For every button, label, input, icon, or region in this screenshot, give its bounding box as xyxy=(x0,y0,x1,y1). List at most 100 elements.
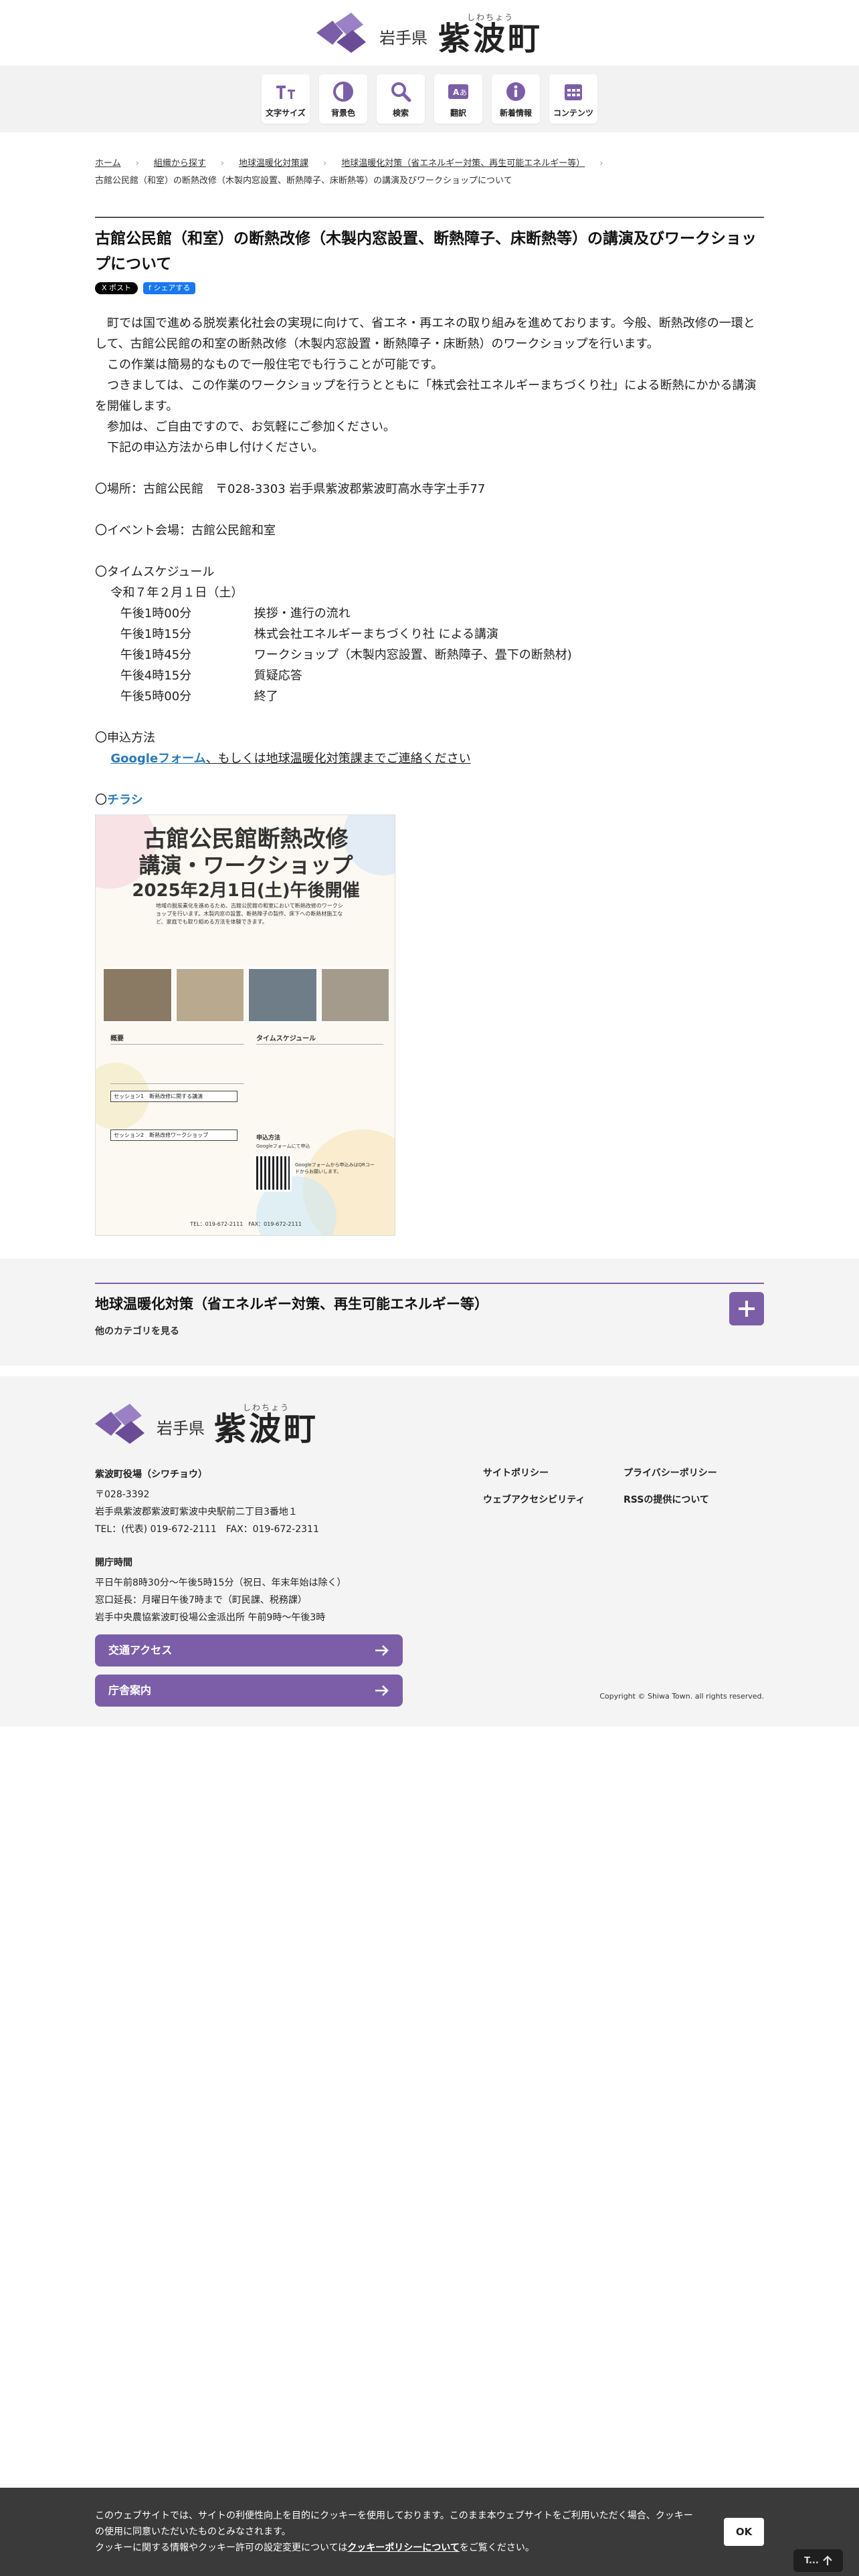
schedule-time: 午後1時00分 xyxy=(120,607,192,621)
chevron-right-icon: › xyxy=(135,158,139,169)
privacy-policy-link[interactable]: プライバシーポリシー xyxy=(624,1466,764,1479)
arrow-right-icon xyxy=(375,1645,389,1656)
flyer-qr-code xyxy=(254,1154,292,1192)
facebook-share-button[interactable]: f シェアする xyxy=(143,282,196,294)
google-form-link[interactable]: Googleフォーム xyxy=(110,752,205,766)
flyer-qr-note: Googleフォームから申込みはQRコードからお願いします。 xyxy=(295,1162,375,1174)
schedule-time: 午後1時15分 xyxy=(120,627,192,641)
access-button[interactable]: 交通アクセス xyxy=(95,1634,403,1667)
chevron-right-icon: › xyxy=(323,158,327,169)
schedule-item: ワークショップ（木製内窓設置、断熱障子、畳下の断熱材) xyxy=(254,648,572,662)
site-footer: 岩手県 しわちょう 紫波町 紫波町役場（シワチョウ） 〒028-3392 岩手県… xyxy=(0,1372,859,1727)
intro-paragraph: この作業は簡易的なもので一般住宅でも行うことが可能です。 xyxy=(107,358,444,372)
schedule-row: 午後1時45分 ワークショップ（木製内窓設置、断熱障子、畳下の断熱材) xyxy=(95,645,764,665)
cookie-banner: このウェブサイトでは、サイトの利便性向上を目的にクッキーを使用しております。この… xyxy=(0,2488,859,2576)
calendar-icon xyxy=(565,84,582,100)
building-guide-button[interactable]: 庁舎案内 xyxy=(95,1675,403,1707)
schedule-time: 午後1時45分 xyxy=(120,648,192,662)
tool-label: 検索 xyxy=(392,108,409,118)
event-place: 〇場所：古館公民館 〒028-3303 岩手県紫波郡紫波町高水寺字土手77 xyxy=(95,482,486,496)
cookie-line-2-pre: クッキーに関する情報やクッキー許可の設定変更については xyxy=(95,2543,348,2553)
tool-label: 翻訳 xyxy=(450,108,466,118)
back-to-top-label: T... xyxy=(804,2555,819,2566)
schedule-item: 終了 xyxy=(254,689,278,704)
flyer-schedule-box xyxy=(256,1044,383,1104)
accessibility-toolbar: 文字サイズ 背景色 検索 Aあ 翻訳 新着情報 コンテンツ xyxy=(0,66,859,132)
hours-line: 平日午前8時30分～午後5時15分（祝日、年末年始は除く） xyxy=(95,1578,347,1588)
schedule-row: 午後5時00分 終了 xyxy=(95,686,764,707)
flyer-overview-heading: 概要 xyxy=(110,1035,124,1043)
schedule-time: 午後4時15分 xyxy=(120,669,192,683)
breadcrumb-category[interactable]: 地球温暖化対策（省エネルギー対策、再生可能エネルギー等） xyxy=(341,158,585,169)
footer-logo-pref: 岩手県 xyxy=(157,1419,205,1438)
rss-link[interactable]: RSSの提供について xyxy=(624,1493,764,1506)
logo-mark-icon xyxy=(95,1403,145,1444)
x-post-button[interactable]: X ポスト xyxy=(95,282,138,294)
search-button[interactable]: 検索 xyxy=(377,74,425,124)
title-divider xyxy=(95,217,764,218)
category-title: 地球温暖化対策（省エネルギー対策、再生可能エネルギー等） xyxy=(95,1296,488,1312)
apply-line: Googleフォーム、もしくは地球温暖化対策課までご連絡ください xyxy=(95,748,764,769)
flyer-apply-heading: 申込方法 xyxy=(256,1135,281,1142)
flyer-overview-box xyxy=(110,1044,244,1084)
background-color-button[interactable]: 背景色 xyxy=(319,74,367,124)
schedule-item: 質疑応答 xyxy=(254,669,302,683)
arrow-up-icon xyxy=(823,2555,832,2565)
flyer-link[interactable]: チラシ xyxy=(107,793,143,807)
hours-line: 窓口延長：月曜日午後7時まで（町民課、税務課） xyxy=(95,1595,307,1606)
tool-label: 新着情報 xyxy=(499,108,532,118)
flyer-apply-note: Googleフォームにて申込 xyxy=(256,1144,310,1149)
plus-icon xyxy=(739,1301,755,1317)
breadcrumb: ホーム › 組織から探す › 地球温暖化対策課 › 地球温暖化対策（省エネルギー対策、再生可… xyxy=(0,132,859,190)
category-divider xyxy=(95,1283,764,1284)
flyer-line: 〇チラシ xyxy=(95,790,764,811)
schedule-row: 午後1時00分 挨拶・進行の流れ xyxy=(95,603,764,624)
article-body: 町では国で進める脱炭素化社会の実現に向けて、省エネ・再エネの取り組みを進めており… xyxy=(95,313,764,811)
copyright: Copyright © Shiwa Town. all rights reser… xyxy=(599,1692,764,1701)
breadcrumb-home[interactable]: ホーム xyxy=(95,158,121,169)
translate-button[interactable]: Aあ 翻訳 xyxy=(434,74,482,124)
footer-links: サイトポリシー プライバシーポリシー ウェブアクセシビリティ RSSの提供につい… xyxy=(483,1466,764,1506)
breadcrumb-current: 古館公民館（和室）の断熱改修（木製内窓設置、断熱障子、床断熱等）の講演及びワーク… xyxy=(95,176,512,186)
breadcrumb-department[interactable]: 地球温暖化対策課 xyxy=(239,158,308,169)
flyer-lead: 地域の脱炭素化を進めるため、古館公民館の和室において断熱改修のワークショップを行… xyxy=(156,903,343,925)
logo-town: 紫波町 xyxy=(438,19,543,58)
info-icon xyxy=(506,82,525,101)
apply-title: 〇申込方法 xyxy=(95,731,155,745)
flyer-image[interactable]: 古館公民館断熱改修 講演・ワークショップ 2025年2月1日(土)午後開催 地域… xyxy=(95,815,395,1236)
intro-paragraph: 参加は、ご自由ですので、お気軽にご参加ください。 xyxy=(107,420,395,434)
schedule-title: 〇タイムスケジュール xyxy=(95,565,215,579)
chevron-right-icon: › xyxy=(220,158,225,169)
breadcrumb-organization[interactable]: 組織から探す xyxy=(154,158,206,169)
tool-label: 文字サイズ xyxy=(266,108,306,118)
schedule-date: 令和７年２月１日（土） xyxy=(110,586,244,600)
translate-icon: Aあ xyxy=(448,84,468,99)
back-to-top-button[interactable]: T... xyxy=(793,2549,843,2572)
cookie-text: このウェブサイトでは、サイトの利便性向上を目的にクッキーを使用しております。この… xyxy=(95,2508,697,2556)
cookie-policy-link[interactable]: クッキーポリシーについて xyxy=(347,2543,460,2553)
cookie-ok-button[interactable]: OK xyxy=(724,2518,764,2546)
category-section: 地球温暖化対策（省エネルギー対策、再生可能エネルギー等） 他のカテゴリを見る xyxy=(0,1259,859,1366)
flyer-prefix: 〇 xyxy=(95,793,107,807)
contents-button[interactable]: コンテンツ xyxy=(549,74,597,124)
hours-title: 開庁時間 xyxy=(95,1558,132,1568)
chevron-right-icon: › xyxy=(599,158,603,169)
flyer-session-2: セッション2 断熱改修ワークショップ xyxy=(110,1130,237,1141)
site-policy-link[interactable]: サイトポリシー xyxy=(483,1466,624,1479)
flyer-session-1: セッション1 断熱改修に関する講演 xyxy=(110,1091,237,1102)
expand-category-button[interactable] xyxy=(729,1292,764,1325)
text-size-button[interactable]: 文字サイズ xyxy=(262,74,310,124)
news-button[interactable]: 新着情報 xyxy=(492,74,540,124)
text-size-icon xyxy=(276,85,295,99)
logo-mark-icon xyxy=(316,13,366,53)
footer-logo[interactable]: 岩手県 しわちょう 紫波町 xyxy=(95,1402,318,1445)
schedule-item: 挨拶・進行の流れ xyxy=(254,607,351,621)
access-button-label: 交通アクセス xyxy=(108,1644,173,1656)
site-logo[interactable]: 岩手県 しわちょう 紫波町 xyxy=(316,11,543,55)
office-name: 紫波町役場（シワチョウ） xyxy=(95,1469,207,1480)
schedule-time: 午後5時00分 xyxy=(120,689,192,704)
tool-label: 背景色 xyxy=(330,108,355,118)
web-accessibility-link[interactable]: ウェブアクセシビリティ xyxy=(483,1493,624,1506)
schedule-row: 午後1時15分 株式会社エネルギーまちづくり社 による講演 xyxy=(95,624,764,645)
other-categories-label: 他のカテゴリを見る xyxy=(95,1326,179,1337)
